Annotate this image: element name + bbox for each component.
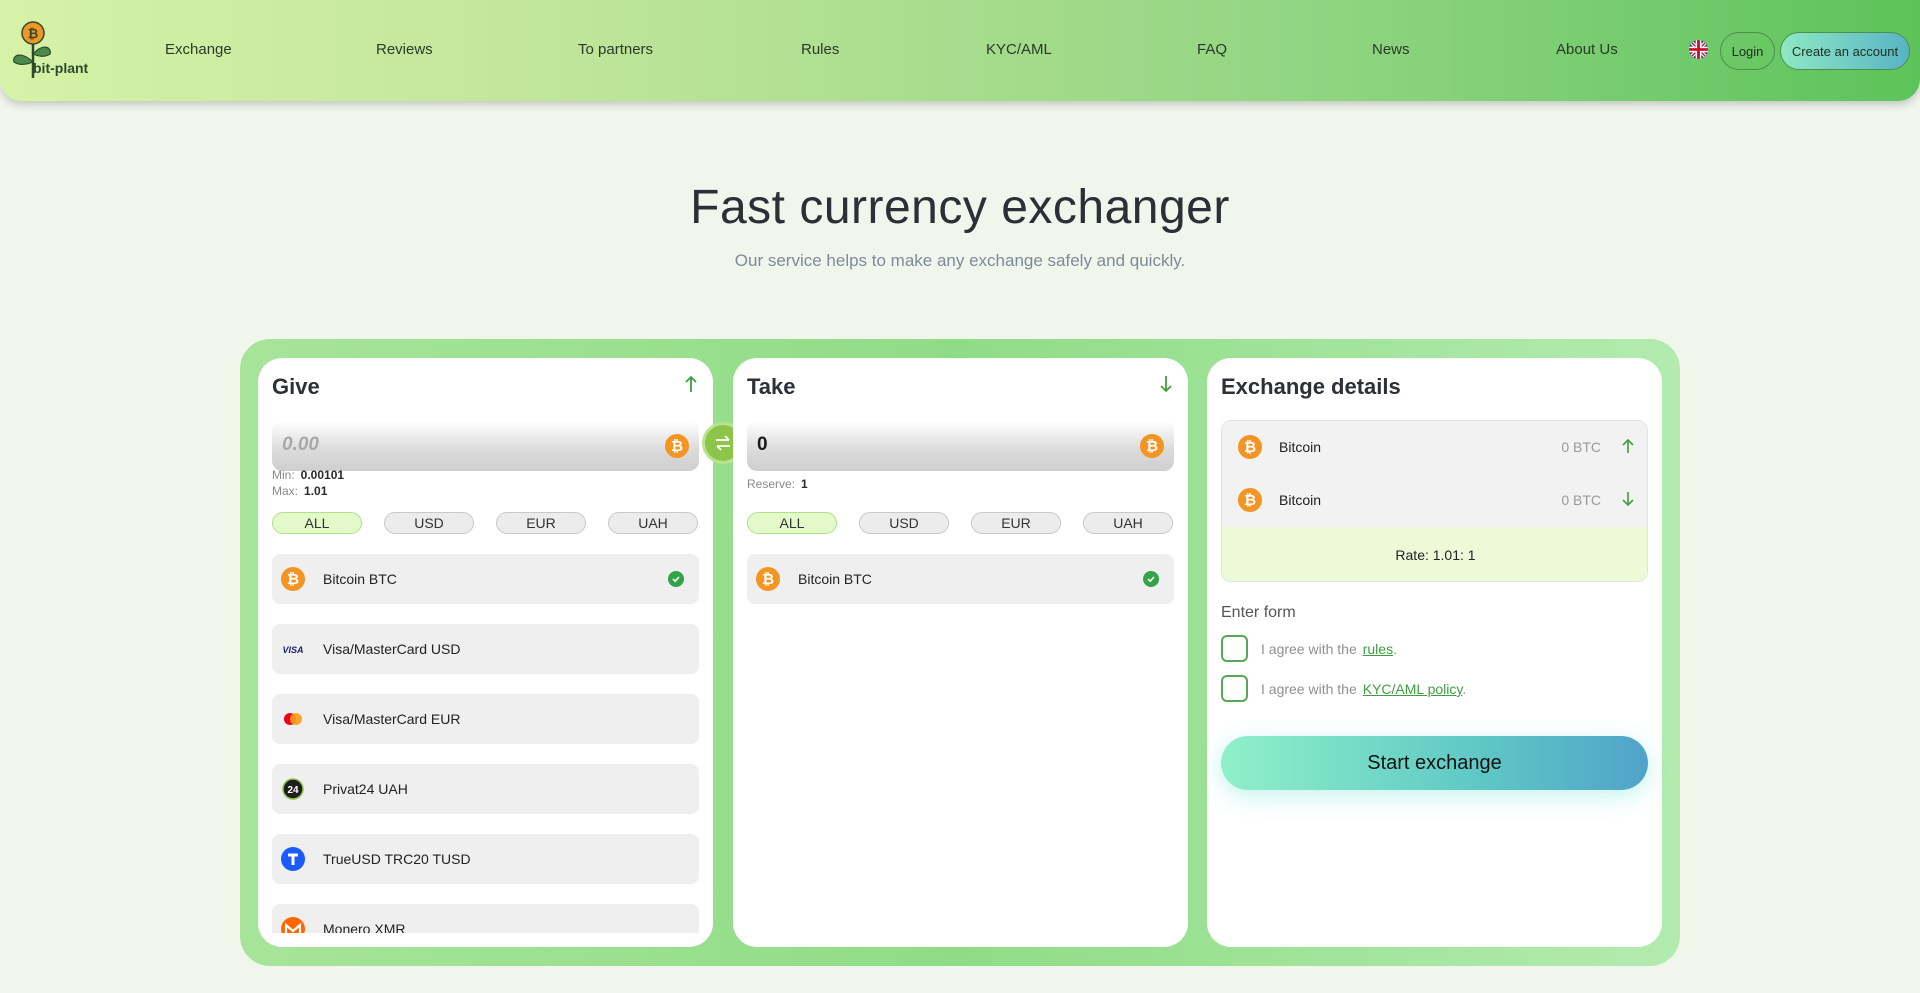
reserve-value: 1 bbox=[801, 477, 808, 491]
take-currency-list: ₿ Bitcoin BTC bbox=[747, 554, 1174, 933]
privat24-icon: 24 bbox=[282, 778, 304, 800]
nav-to-partners[interactable]: To partners bbox=[578, 41, 653, 58]
give-filter-usd[interactable]: USD bbox=[384, 512, 474, 534]
list-item[interactable]: 24 Privat24 UAH bbox=[272, 764, 699, 814]
summary-give-row: ₿ Bitcoin 0 BTC bbox=[1222, 421, 1647, 474]
give-filter-eur[interactable]: EUR bbox=[496, 512, 586, 534]
swap-icon bbox=[716, 435, 730, 451]
details-title: Exchange details bbox=[1221, 374, 1401, 399]
page-subtitle: Our service helps to make any exchange s… bbox=[734, 251, 1186, 270]
give-currency-list: ₿ Bitcoin BTC VISA Visa/MasterCard USD V… bbox=[272, 554, 699, 933]
give-amount-input[interactable]: 0.00 ₿ bbox=[272, 421, 699, 471]
summary-take-row: ₿ Bitcoin 0 BTC bbox=[1222, 474, 1647, 527]
check-icon bbox=[668, 571, 684, 587]
arrow-up-icon bbox=[1622, 438, 1634, 453]
take-filter-all[interactable]: ALL bbox=[747, 512, 837, 534]
create-account-button[interactable]: Create an account bbox=[1780, 32, 1910, 70]
logo-text[interactable]: bit-plant bbox=[33, 60, 88, 76]
svg-text:24: 24 bbox=[287, 785, 299, 796]
item-label: Visa/MasterCard USD bbox=[323, 641, 461, 657]
agree-rules-text: I agree with the rules. bbox=[1261, 641, 1397, 657]
give-min-value: 0.00101 bbox=[300, 468, 345, 482]
site-header: ₿ bit-plant Exchange Reviews To partners… bbox=[0, 0, 1920, 101]
bitcoin-icon: ₿ bbox=[1238, 488, 1262, 512]
bitcoin-icon: ₿ bbox=[1140, 434, 1164, 458]
list-item[interactable]: Monero XMR bbox=[272, 904, 699, 933]
give-max: Max: 1.01 bbox=[272, 484, 327, 498]
trueusd-icon bbox=[281, 847, 305, 871]
agree-kyc-prefix: I agree with the bbox=[1261, 681, 1357, 697]
take-filter-usd[interactable]: USD bbox=[859, 512, 949, 534]
details-panel: Exchange details ₿ Bitcoin 0 BTC ₿ Bitco… bbox=[1207, 358, 1662, 947]
give-filter-all[interactable]: ALL bbox=[272, 512, 362, 534]
take-filter-uah[interactable]: UAH bbox=[1083, 512, 1173, 534]
take-panel: Take 0 ₿ Reserve: 1 ALL USD EUR UAH ₿ Bit… bbox=[733, 358, 1188, 947]
nav-rules[interactable]: Rules bbox=[801, 41, 839, 58]
nav-exchange[interactable]: Exchange bbox=[165, 41, 232, 58]
exchange-rate: Rate: 1.01: 1 bbox=[1222, 527, 1647, 581]
summary-give-name: Bitcoin bbox=[1279, 439, 1322, 455]
agree-rules-checkbox[interactable] bbox=[1221, 635, 1248, 662]
list-item[interactable]: VISA Visa/MasterCard USD bbox=[272, 624, 699, 674]
agree-kyc-checkbox[interactable] bbox=[1221, 675, 1248, 702]
exchange-summary: ₿ Bitcoin 0 BTC ₿ Bitcoin 0 BTC Rate: 1.… bbox=[1221, 420, 1648, 582]
visa-icon: VISA bbox=[282, 645, 303, 655]
nav-about-us[interactable]: About Us bbox=[1556, 41, 1618, 58]
summary-give-amount: 0 BTC bbox=[1561, 439, 1601, 455]
item-label: TrueUSD TRC20 TUSD bbox=[323, 851, 471, 867]
check-icon bbox=[1143, 571, 1159, 587]
give-min-label: Min: bbox=[272, 468, 295, 482]
summary-take-amount: 0 BTC bbox=[1561, 492, 1601, 508]
list-item[interactable]: TrueUSD TRC20 TUSD bbox=[272, 834, 699, 884]
list-item[interactable]: ₿ Bitcoin BTC bbox=[747, 554, 1174, 604]
summary-take-name: Bitcoin bbox=[1279, 492, 1322, 508]
give-max-label: Max: bbox=[272, 484, 299, 498]
page-title: Fast currency exchanger bbox=[690, 181, 1230, 234]
nav-kyc-aml[interactable]: KYC/AML bbox=[986, 41, 1052, 58]
item-label: Privat24 UAH bbox=[323, 781, 408, 797]
give-panel: Give 0.00 ₿ Min: 0.00101 Max: 1.01 ALL USD… bbox=[258, 358, 713, 947]
reserve-label: Reserve: bbox=[747, 477, 796, 491]
give-min: Min: 0.00101 bbox=[272, 468, 344, 482]
list-item[interactable]: Visa/MasterCard EUR bbox=[272, 694, 699, 744]
take-reserve: Reserve: 1 bbox=[747, 477, 808, 491]
bitcoin-icon: ₿ bbox=[756, 567, 780, 591]
monero-icon bbox=[281, 917, 305, 933]
take-filter-eur[interactable]: EUR bbox=[971, 512, 1061, 534]
item-label: Bitcoin BTC bbox=[323, 571, 397, 587]
nav-faq[interactable]: FAQ bbox=[1197, 41, 1227, 58]
uk-flag-icon[interactable] bbox=[1689, 40, 1708, 59]
give-max-value: 1.01 bbox=[304, 484, 328, 498]
give-title: Give bbox=[272, 374, 320, 399]
item-label: Bitcoin BTC bbox=[798, 571, 872, 587]
nav-news[interactable]: News bbox=[1372, 41, 1410, 58]
arrow-down-icon bbox=[1622, 492, 1634, 507]
arrow-up-icon bbox=[685, 375, 697, 392]
item-label: Monero XMR bbox=[323, 921, 406, 933]
login-button[interactable]: Login bbox=[1720, 32, 1775, 70]
kyc-aml-link[interactable]: KYC/AML policy bbox=[1363, 681, 1463, 697]
take-filters: ALL USD EUR UAH bbox=[747, 512, 1174, 534]
give-amount-placeholder: 0.00 bbox=[282, 434, 319, 455]
arrow-down-icon bbox=[1160, 376, 1172, 393]
give-filters: ALL USD EUR UAH bbox=[272, 512, 699, 534]
enter-form-label: Enter form bbox=[1221, 604, 1296, 621]
take-amount-input[interactable]: 0 ₿ bbox=[747, 421, 1174, 471]
take-amount-value: 0 bbox=[757, 434, 768, 455]
start-exchange-button[interactable]: Start exchange bbox=[1221, 736, 1648, 790]
svg-text:VISA: VISA bbox=[282, 645, 303, 655]
mastercard-icon bbox=[284, 713, 302, 725]
give-filter-uah[interactable]: UAH bbox=[608, 512, 698, 534]
bitcoin-icon: ₿ bbox=[665, 434, 689, 458]
svg-text:₿: ₿ bbox=[28, 27, 39, 42]
take-title: Take bbox=[747, 374, 796, 399]
bitcoin-icon: ₿ bbox=[1238, 435, 1262, 459]
agree-kyc-text: I agree with the KYC/AML policy. bbox=[1261, 681, 1467, 697]
bitcoin-icon: ₿ bbox=[281, 567, 305, 591]
rules-link[interactable]: rules bbox=[1363, 641, 1393, 657]
agree-rules-prefix: I agree with the bbox=[1261, 641, 1357, 657]
list-item[interactable]: ₿ Bitcoin BTC bbox=[272, 554, 699, 604]
item-label: Visa/MasterCard EUR bbox=[323, 711, 461, 727]
nav-reviews[interactable]: Reviews bbox=[376, 41, 433, 58]
